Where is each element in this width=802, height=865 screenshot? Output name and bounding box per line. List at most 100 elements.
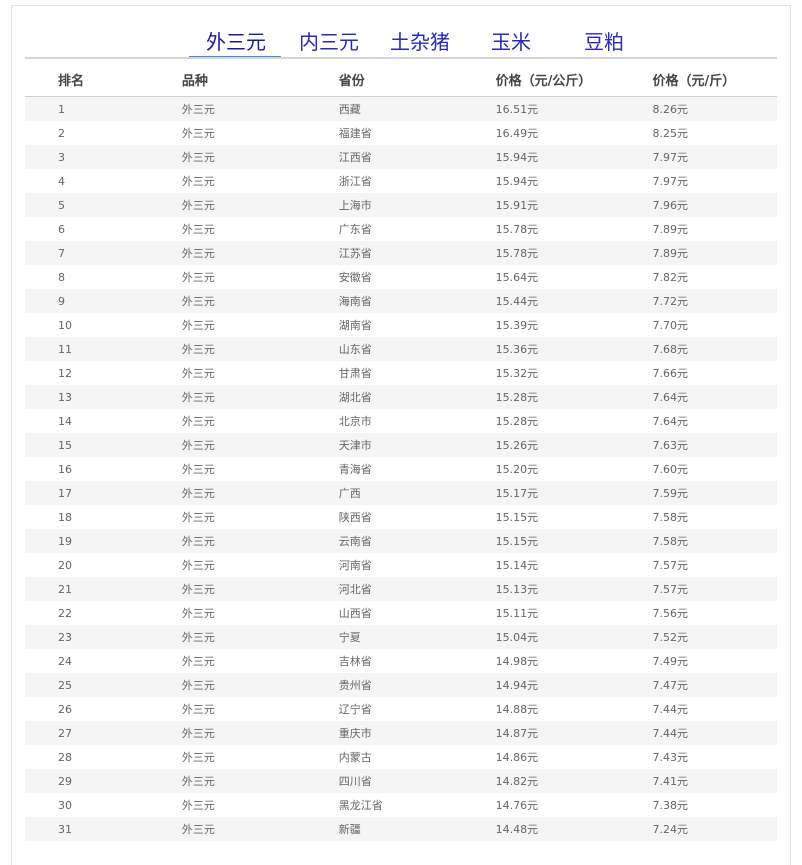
tab-soybean-meal[interactable]: 豆粕 (584, 26, 624, 58)
cell-variety: 外三元 (181, 193, 339, 217)
cell-variety: 外三元 (181, 319, 215, 332)
table-row: 1 外三元 西藏 16.51元 8.26元 (25, 96, 777, 121)
cell-price-kg: 15.28元 (495, 385, 653, 409)
cell-rank: 21 (25, 577, 182, 601)
cell-rank: 8 (58, 270, 65, 284)
cell-variety: 外三元 (181, 433, 339, 457)
cell-price-jin: 7.38元 (652, 799, 689, 812)
cell-variety: 外三元 (181, 367, 215, 380)
cell-price-kg: 15.15元 (495, 511, 539, 524)
cell-province: 江西省 (338, 145, 496, 169)
table-row: 28 外三元 内蒙古 14.86元 7.43元 (25, 745, 777, 769)
cell-price-jin: 7.44元 (652, 721, 777, 745)
cell-price-jin: 7.47元 (652, 673, 777, 697)
cell-variety: 外三元 (181, 241, 339, 265)
cell-price-jin: 7.43元 (652, 751, 689, 764)
table-row: 10 外三元 湖南省 15.39元 7.70元 (25, 313, 777, 337)
cell-rank: 28 (58, 750, 72, 764)
cell-province: 山西省 (338, 607, 372, 620)
table-row: 24 外三元 吉林省 14.98元 7.49元 (25, 649, 777, 673)
cell-price-kg: 14.98元 (495, 655, 539, 668)
cell-price-jin: 7.68元 (652, 337, 777, 361)
table-row: 5 外三元 上海市 15.91元 7.96元 (25, 193, 777, 217)
cell-price-kg: 14.48元 (495, 817, 653, 841)
tab-nei-san-yuan[interactable]: 内三元 (299, 26, 359, 58)
cell-rank: 16 (58, 462, 72, 476)
table-row: 31 外三元 新疆 14.48元 7.24元 (25, 817, 777, 841)
cell-province: 安徽省 (338, 271, 372, 284)
cell-rank: 12 (58, 366, 72, 380)
tab-wai-san-yuan[interactable]: 外三元 (206, 26, 266, 58)
cell-price-jin: 7.72元 (652, 289, 777, 313)
cell-price-jin: 7.70元 (652, 319, 689, 332)
cell-province: 天津市 (338, 433, 496, 457)
cell-variety: 外三元 (181, 175, 215, 188)
cell-price-jin: 7.56元 (652, 607, 689, 620)
cell-variety: 外三元 (181, 673, 339, 697)
cell-province: 吉林省 (338, 655, 372, 668)
table-row: 6 外三元 广东省 15.78元 7.89元 (25, 217, 777, 241)
cell-rank: 3 (25, 145, 182, 169)
cell-variety: 外三元 (181, 625, 339, 649)
table-body: 1 外三元 西藏 16.51元 8.26元 2 外三元 福建省 16.49元 8.25元 3 外三元江… (25, 96, 777, 841)
cell-price-jin: 7.60元 (652, 463, 689, 476)
table-row: 13 外三元 湖北省 15.28元 7.64元 (25, 385, 777, 409)
table-row: 27 外三元 重庆市 14.87元 7.44元 (25, 721, 777, 745)
price-table: 排名 品种 省份 价格（元/公斤） 价格（元/斤） 1 外三元 西藏 16.51元 8.… (25, 62, 777, 841)
cell-price-kg: 14.86元 (495, 751, 539, 764)
cell-price-kg: 14.82元 (495, 769, 653, 793)
cell-price-kg: 15.14元 (495, 559, 539, 572)
cell-province: 新疆 (338, 817, 496, 841)
cell-province: 河南省 (338, 559, 372, 572)
cell-rank: 5 (25, 193, 182, 217)
cell-variety: 外三元 (181, 529, 339, 553)
cell-variety: 外三元 (181, 96, 339, 121)
cell-price-jin: 7.24元 (652, 817, 777, 841)
cell-price-jin: 8.26元 (652, 96, 777, 121)
tab-corn[interactable]: 玉米 (491, 26, 531, 58)
cell-price-kg: 16.49元 (495, 127, 539, 140)
tab-tu-za-zhu[interactable]: 土杂猪 (390, 26, 450, 58)
cell-price-jin: 7.57元 (652, 577, 777, 601)
cell-province: 内蒙古 (338, 751, 372, 764)
cell-variety: 外三元 (181, 223, 215, 236)
cell-province: 山东省 (338, 337, 496, 361)
cell-province: 西藏 (338, 96, 496, 121)
cell-price-kg: 15.32元 (495, 367, 539, 380)
cell-price-kg: 14.94元 (495, 673, 653, 697)
cell-rank: 19 (25, 529, 182, 553)
table-row: 23 外三元 宁夏 15.04元 7.52元 (25, 625, 777, 649)
table-row: 14 外三元 北京市 15.28元 7.64元 (25, 409, 777, 433)
cell-price-kg: 15.15元 (495, 529, 653, 553)
cell-variety: 外三元 (181, 655, 215, 668)
cell-price-jin: 7.57元 (652, 559, 689, 572)
cell-province: 黑龙江省 (338, 799, 383, 812)
table-row: 11 外三元 山东省 15.36元 7.68元 (25, 337, 777, 361)
table-row: 8 外三元 安徽省 15.64元 7.82元 (25, 265, 777, 289)
cell-price-jin: 7.44元 (652, 703, 689, 716)
cell-province: 河北省 (338, 577, 496, 601)
cell-price-kg: 15.78元 (495, 223, 539, 236)
cell-variety: 外三元 (181, 271, 215, 284)
cell-rank: 18 (58, 510, 72, 524)
cell-price-kg: 14.88元 (495, 703, 539, 716)
cell-rank: 23 (25, 625, 182, 649)
cell-rank: 24 (58, 654, 72, 668)
cell-price-jin: 8.25元 (652, 127, 689, 140)
cell-province: 云南省 (338, 529, 496, 553)
cell-rank: 6 (58, 222, 65, 236)
cell-price-jin: 7.64元 (652, 385, 777, 409)
cell-price-kg: 15.36元 (495, 337, 653, 361)
cell-province: 重庆市 (338, 721, 496, 745)
cell-price-kg: 15.28元 (495, 415, 539, 428)
cell-rank: 31 (25, 817, 182, 841)
cell-price-jin: 7.52元 (652, 625, 777, 649)
cell-rank: 11 (25, 337, 182, 361)
table-row: 30 外三元 黑龙江省 14.76元 7.38元 (25, 793, 777, 817)
cell-price-kg: 15.17元 (495, 481, 653, 505)
cell-rank: 15 (25, 433, 182, 457)
cell-variety: 外三元 (181, 577, 339, 601)
cell-rank: 14 (58, 414, 72, 428)
table-row: 7 外三元 江苏省 15.78元 7.89元 (25, 241, 777, 265)
cell-variety: 外三元 (181, 799, 215, 812)
